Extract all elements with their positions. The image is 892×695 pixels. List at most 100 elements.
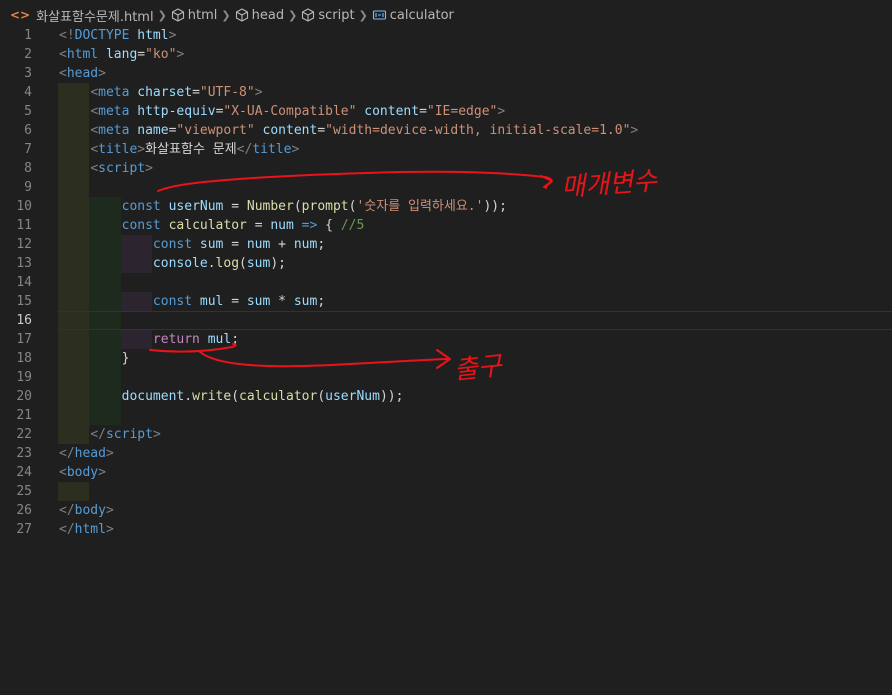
code-editor[interactable]: 1 <!DOCTYPE html> 2 <html lang="ko"> 3 <head>… (0, 26, 892, 695)
line-number: 17 (16, 332, 32, 347)
code-line[interactable]: 6 <meta name="viewport" content="width=d… (0, 121, 892, 140)
code-line[interactable]: 25 (0, 482, 892, 501)
code-text: <head> (59, 66, 106, 81)
line-number: 8 (24, 161, 32, 176)
breadcrumb-item-label: html (187, 7, 218, 23)
breadcrumb-item-head[interactable]: head (235, 8, 284, 23)
code-line[interactable]: 2 <html lang="ko"> (0, 45, 892, 64)
line-number: 22 (16, 427, 32, 442)
line-number: 13 (16, 256, 32, 271)
code-line[interactable]: 3 <head> (0, 64, 892, 83)
line-number: 18 (16, 351, 32, 366)
breadcrumb-item-label: calculator (389, 7, 454, 23)
code-text: <body> (59, 465, 106, 480)
code-text: return mul; (152, 332, 240, 347)
breadcrumb-file[interactable]: <> 화살표함수문제.html (10, 6, 154, 25)
code-text: </body> (59, 503, 114, 518)
breadcrumb-item-label: head (251, 7, 285, 23)
line-number: 6 (24, 123, 32, 138)
code-text: </script> (90, 427, 161, 442)
code-line[interactable]: 21 (0, 406, 892, 425)
line-number: 16 (16, 313, 32, 328)
code-text: </head> (59, 446, 114, 461)
breadcrumb-item-html[interactable]: html (171, 7, 218, 23)
line-number: 20 (16, 389, 32, 404)
line-number: 2 (24, 47, 32, 62)
code-line[interactable]: 15 const mul = sum * sum; (0, 292, 892, 311)
code-text: const calculator = num => { //5 (121, 218, 365, 233)
indent-guide (58, 273, 90, 292)
indent-guide (89, 368, 121, 387)
line-number: 26 (16, 503, 32, 518)
line-number: 4 (24, 85, 32, 100)
html-file-icon: <> (10, 8, 31, 22)
code-line[interactable]: 8 <script> (0, 159, 892, 178)
code-line[interactable]: 24 <body> (0, 463, 892, 482)
line-number: 3 (24, 66, 32, 81)
code-line[interactable]: 9 (0, 178, 892, 197)
code-text: document.write(calculator(userNum)); (121, 389, 404, 404)
breadcrumb-file-label: 화살표함수문제.html (36, 9, 154, 25)
code-text: <script> (90, 161, 153, 176)
cube-icon (301, 8, 315, 22)
indent-guide (58, 178, 90, 197)
line-number: 27 (16, 522, 32, 537)
indent-guide (58, 482, 90, 501)
code-line[interactable]: 4 <meta charset="UTF-8"> (0, 83, 892, 102)
code-line[interactable]: 10 const userNum = Number(prompt('숫자를 입력… (0, 197, 892, 216)
code-line[interactable]: 22 </script> (0, 425, 892, 444)
breadcrumb-item-calculator[interactable]: calculator (372, 8, 454, 23)
code-line[interactable]: 18 } (0, 349, 892, 368)
line-number: 24 (16, 465, 32, 480)
code-line[interactable]: 5 <meta http-equiv="X-UA-Compatible" con… (0, 102, 892, 121)
chevron-right-icon: ❯ (157, 8, 167, 22)
code-line[interactable]: 19 (0, 368, 892, 387)
code-text: const sum = num + num; (152, 237, 326, 252)
code-text: <title>화살표함수 문제</title> (90, 142, 300, 157)
indent-guide (58, 368, 90, 387)
line-number: 12 (16, 237, 32, 252)
variable-symbol-icon (372, 8, 387, 22)
cube-icon (235, 8, 249, 22)
code-line[interactable]: 16 (0, 311, 892, 330)
code-text: <meta name="viewport" content="width=dev… (90, 123, 639, 138)
indent-guide (89, 406, 121, 425)
line-number: 11 (16, 218, 32, 233)
line-number: 19 (16, 370, 32, 385)
cube-icon (171, 8, 185, 22)
code-text: } (59, 351, 130, 366)
line-number: 9 (24, 180, 32, 195)
line-number: 14 (16, 275, 32, 290)
line-number: 5 (24, 104, 32, 119)
current-line-highlight (58, 311, 892, 330)
code-line[interactable]: 20 document.write(calculator(userNum)); (0, 387, 892, 406)
code-line[interactable]: 14 (0, 273, 892, 292)
code-line[interactable]: 12 const sum = num + num; (0, 235, 892, 254)
chevron-right-icon: ❯ (288, 8, 298, 22)
code-text: </html> (59, 522, 114, 537)
line-number: 25 (16, 484, 32, 499)
code-text: <meta charset="UTF-8"> (90, 85, 263, 100)
line-number: 1 (24, 28, 32, 43)
code-text: const userNum = Number(prompt('숫자를 입력하세요… (121, 199, 507, 214)
line-number: 21 (16, 408, 32, 423)
code-line[interactable]: 27 </html> (0, 520, 892, 539)
code-line[interactable]: 13 console.log(sum); (0, 254, 892, 273)
code-line[interactable]: 1 <!DOCTYPE html> (0, 26, 892, 45)
code-line[interactable]: 7 <title>화살표함수 문제</title> (0, 140, 892, 159)
line-number: 10 (16, 199, 32, 214)
indent-guide (89, 273, 121, 292)
code-line[interactable]: 26 </body> (0, 501, 892, 520)
code-line[interactable]: 17 return mul; (0, 330, 892, 349)
chevron-right-icon: ❯ (221, 8, 231, 22)
breadcrumb-item-label: script (318, 7, 355, 23)
code-line[interactable]: 23 </head> (0, 444, 892, 463)
code-text: <meta http-equiv="X-UA-Compatible" conte… (90, 104, 506, 119)
breadcrumb-item-script[interactable]: script (301, 7, 355, 23)
code-text: <html lang="ko"> (59, 47, 185, 62)
code-line[interactable]: 11 const calculator = num => { //5 (0, 216, 892, 235)
line-number: 23 (16, 446, 32, 461)
code-text: const mul = sum * sum; (152, 294, 326, 309)
chevron-right-icon: ❯ (358, 8, 368, 22)
indent-guide (58, 406, 90, 425)
